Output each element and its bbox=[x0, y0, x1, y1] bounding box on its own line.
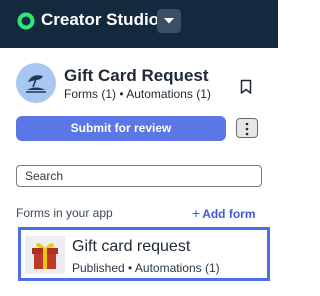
app-title: Gift Card Request bbox=[64, 66, 209, 85]
bookmark-icon[interactable] bbox=[240, 79, 252, 95]
form-list-item[interactable]: Gift card request Published • Automation… bbox=[18, 227, 270, 281]
add-form-link[interactable]: + Add form bbox=[192, 205, 256, 221]
app-subtitle: Forms (1) • Automations (1) bbox=[64, 87, 211, 101]
app-avatar bbox=[16, 63, 56, 103]
plus-icon: + bbox=[192, 205, 201, 221]
add-form-label: Add form bbox=[202, 207, 256, 221]
brand-name: Creator Studio bbox=[41, 10, 160, 29]
search-input[interactable] bbox=[16, 165, 262, 187]
app-switcher-button[interactable] bbox=[157, 9, 181, 33]
vertical-ellipsis-icon bbox=[245, 122, 249, 136]
gift-box-icon bbox=[32, 243, 58, 269]
forms-section-label: Forms in your app bbox=[16, 206, 113, 220]
caret-down-icon bbox=[164, 18, 174, 24]
submit-for-review-button[interactable]: Submit for review bbox=[16, 116, 226, 141]
beach-umbrella-icon bbox=[26, 75, 46, 93]
top-bar: Creator Studio bbox=[0, 0, 278, 48]
form-subtitle: Published • Automations (1) bbox=[72, 261, 220, 275]
form-thumbnail bbox=[25, 236, 65, 274]
form-title: Gift card request bbox=[72, 238, 191, 255]
more-options-button[interactable] bbox=[236, 118, 258, 138]
ring-logo-icon bbox=[17, 12, 35, 30]
